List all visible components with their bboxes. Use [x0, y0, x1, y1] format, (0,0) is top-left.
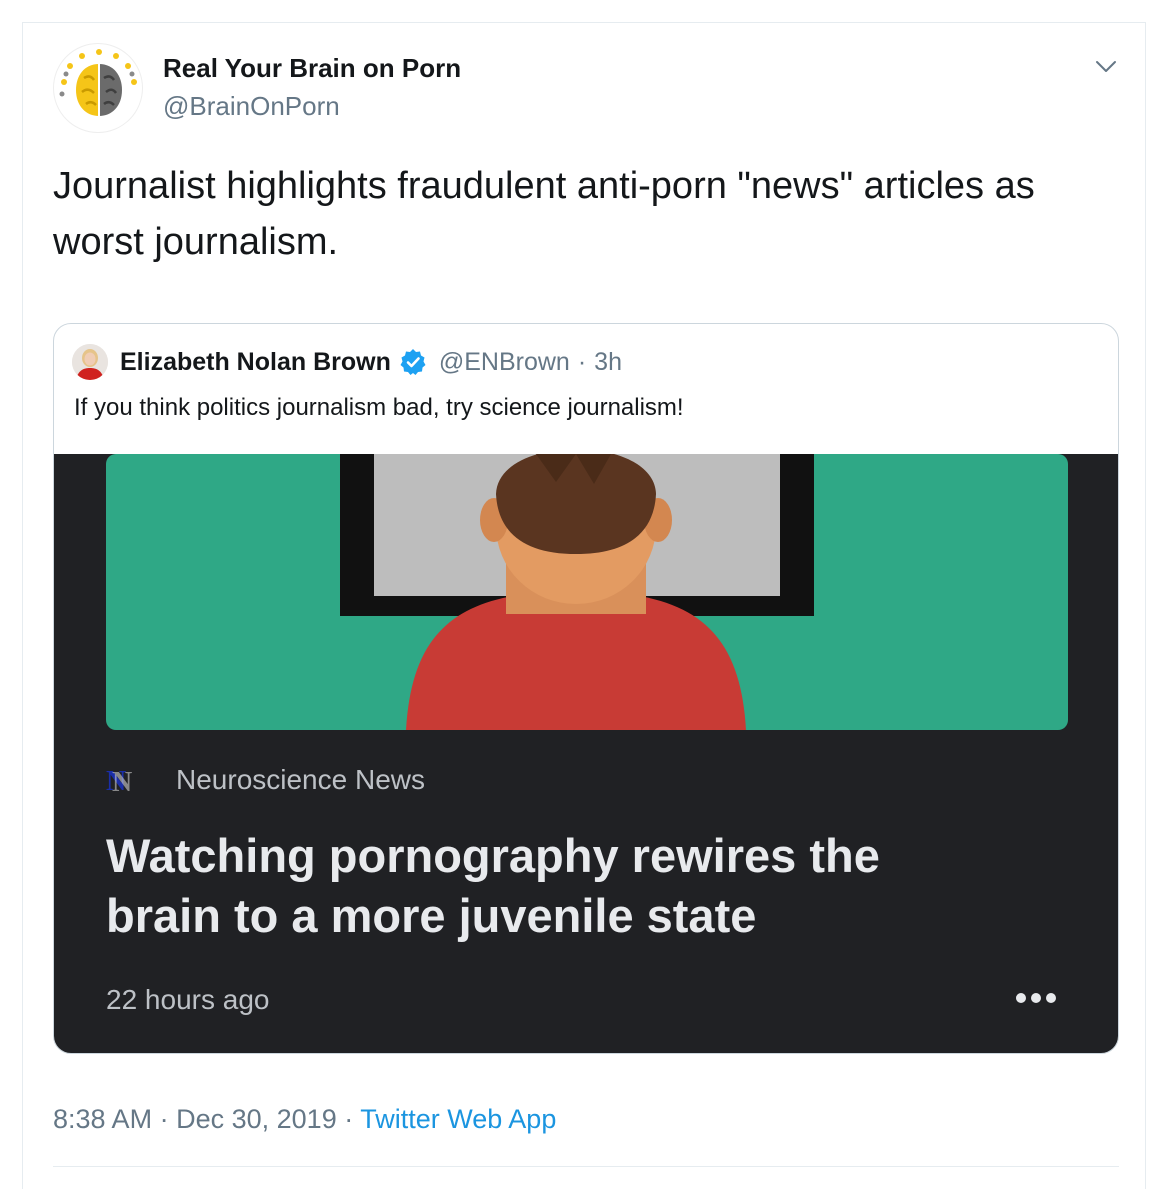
news-source: Neuroscience News — [176, 764, 425, 795]
quoted-tweet-text: If you think politics journalism bad, tr… — [74, 394, 684, 421]
verified-badge-icon — [399, 348, 427, 376]
svg-text:N: N — [112, 767, 132, 796]
quoted-author-handle[interactable]: @ENBrown — [439, 348, 570, 377]
quoted-media-image[interactable]: N N Neuroscience News Watching pornograp… — [54, 454, 1118, 1053]
separator-dot: · — [577, 347, 587, 376]
quoted-author-avatar[interactable] — [72, 344, 108, 380]
quoted-author-name[interactable]: Elizabeth Nolan Brown — [120, 348, 391, 377]
author-handle[interactable]: @BrainOnPorn — [163, 91, 340, 122]
tweet-meta: 8:38 AM · Dec 30, 2019 · Twitter Web App — [53, 1104, 556, 1135]
news-headline: Watching pornography rewires the brain t… — [106, 829, 880, 942]
separator-dot: · — [344, 1104, 354, 1134]
tweet-date[interactable]: Dec 30, 2019 — [176, 1104, 337, 1134]
quoted-tweet-header: Elizabeth Nolan Brown @ENBrown · 3h — [120, 344, 622, 380]
person-watching-screen-illustration — [106, 454, 1068, 730]
quoted-tweet-time[interactable]: 3h — [594, 348, 622, 377]
tweet-text: Journalist highlights fraudulent anti-po… — [53, 165, 1035, 263]
tweet-time[interactable]: 8:38 AM — [53, 1104, 152, 1134]
author-avatar[interactable] — [53, 43, 143, 133]
source-app-link[interactable]: Twitter Web App — [360, 1104, 556, 1134]
brain-sun-logo-icon — [59, 49, 137, 116]
chevron-down-icon[interactable] — [1091, 51, 1121, 81]
news-time-ago: 22 hours ago — [106, 984, 270, 1015]
author-name[interactable]: Real Your Brain on Porn — [163, 53, 461, 84]
more-horizontal-icon[interactable] — [1014, 990, 1058, 1006]
separator-dot: · — [159, 1104, 169, 1134]
neuroscience-news-logo: N N — [106, 764, 146, 798]
divider — [53, 1166, 1119, 1167]
tweet: Real Your Brain on Porn @BrainOnPorn Jou… — [22, 22, 1146, 1189]
quoted-tweet-card[interactable]: Elizabeth Nolan Brown @ENBrown · 3h If y… — [53, 323, 1119, 1054]
